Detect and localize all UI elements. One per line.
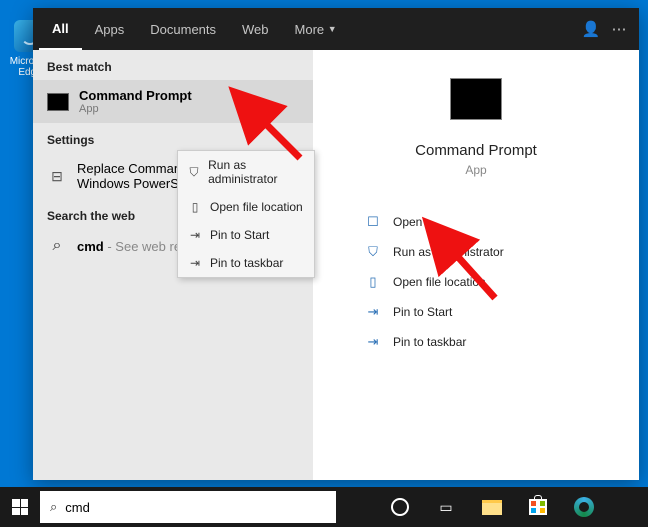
taskbar-store[interactable] bbox=[516, 487, 560, 527]
open-icon: ☐ bbox=[365, 214, 381, 230]
search-input[interactable] bbox=[65, 500, 326, 515]
pin-icon: ⇥ bbox=[188, 228, 202, 242]
taskview-icon: ▭ bbox=[439, 499, 452, 516]
windows-icon bbox=[12, 499, 28, 515]
cortana-icon bbox=[391, 498, 409, 516]
context-open-file-location[interactable]: ▯ Open file location bbox=[178, 193, 314, 221]
search-panel: All Apps Documents Web More ▼ 👤 ⋯ Best m… bbox=[33, 8, 639, 480]
tab-apps[interactable]: Apps bbox=[82, 8, 138, 50]
context-menu: ⛉ Run as administrator ▯ Open file locat… bbox=[177, 150, 315, 278]
folder-icon: ▯ bbox=[188, 200, 202, 214]
action-pin-to-taskbar[interactable]: ⇥ Pin to taskbar bbox=[313, 327, 639, 357]
taskbar-explorer[interactable] bbox=[470, 487, 514, 527]
pin-icon: ⇥ bbox=[365, 304, 381, 320]
context-pin-to-taskbar[interactable]: ⇥ Pin to taskbar bbox=[178, 249, 314, 277]
search-tabs: All Apps Documents Web More ▼ 👤 ⋯ bbox=[33, 8, 639, 50]
tab-web[interactable]: Web bbox=[229, 8, 282, 50]
cmd-icon bbox=[47, 93, 69, 111]
action-pin-to-start[interactable]: ⇥ Pin to Start bbox=[313, 297, 639, 327]
taskbar: ⌕ ▭ bbox=[0, 487, 648, 527]
folder-icon: ▯ bbox=[365, 274, 381, 290]
settings-header: Settings bbox=[33, 123, 313, 153]
start-button[interactable] bbox=[0, 487, 40, 527]
action-open[interactable]: ☐ Open bbox=[313, 207, 639, 237]
pin-icon: ⇥ bbox=[365, 334, 381, 350]
explorer-icon bbox=[482, 500, 502, 515]
shield-icon: ⛉ bbox=[188, 165, 200, 180]
settings-icon: ⊟ bbox=[47, 166, 67, 186]
detail-pane: Command Prompt App ☐ Open ⛉ Run as admin… bbox=[313, 50, 639, 480]
result-subtitle: App bbox=[79, 103, 299, 115]
tab-more[interactable]: More ▼ bbox=[282, 8, 350, 50]
shield-icon: ⛉ bbox=[365, 244, 381, 260]
detail-subtitle: App bbox=[313, 163, 639, 177]
task-view-button[interactable]: ▭ bbox=[424, 487, 468, 527]
taskbar-search[interactable]: ⌕ bbox=[40, 491, 336, 523]
options-icon[interactable]: ⋯ bbox=[605, 20, 633, 38]
tab-documents[interactable]: Documents bbox=[137, 8, 229, 50]
result-command-prompt[interactable]: Command Prompt App bbox=[33, 80, 313, 123]
tab-all[interactable]: All bbox=[39, 8, 82, 50]
action-open-file-location[interactable]: ▯ Open file location bbox=[313, 267, 639, 297]
feedback-icon[interactable]: 👤 bbox=[577, 20, 605, 38]
store-icon bbox=[529, 499, 547, 515]
detail-title: Command Prompt bbox=[313, 142, 639, 159]
cortana-button[interactable] bbox=[378, 487, 422, 527]
action-run-as-admin[interactable]: ⛉ Run as administrator bbox=[313, 237, 639, 267]
cmd-large-icon bbox=[450, 78, 502, 120]
taskbar-edge[interactable] bbox=[562, 487, 606, 527]
search-icon: ⌕ bbox=[50, 499, 57, 515]
result-title: Command Prompt bbox=[79, 88, 299, 103]
pin-icon: ⇥ bbox=[188, 256, 202, 270]
results-pane: Best match Command Prompt App Settings ⊟… bbox=[33, 50, 313, 480]
context-run-as-admin[interactable]: ⛉ Run as administrator bbox=[178, 151, 314, 193]
context-pin-to-start[interactable]: ⇥ Pin to Start bbox=[178, 221, 314, 249]
search-icon: ⌕ bbox=[47, 237, 67, 255]
best-match-header: Best match bbox=[33, 50, 313, 80]
edge-icon bbox=[574, 497, 594, 517]
chevron-down-icon: ▼ bbox=[328, 24, 337, 34]
